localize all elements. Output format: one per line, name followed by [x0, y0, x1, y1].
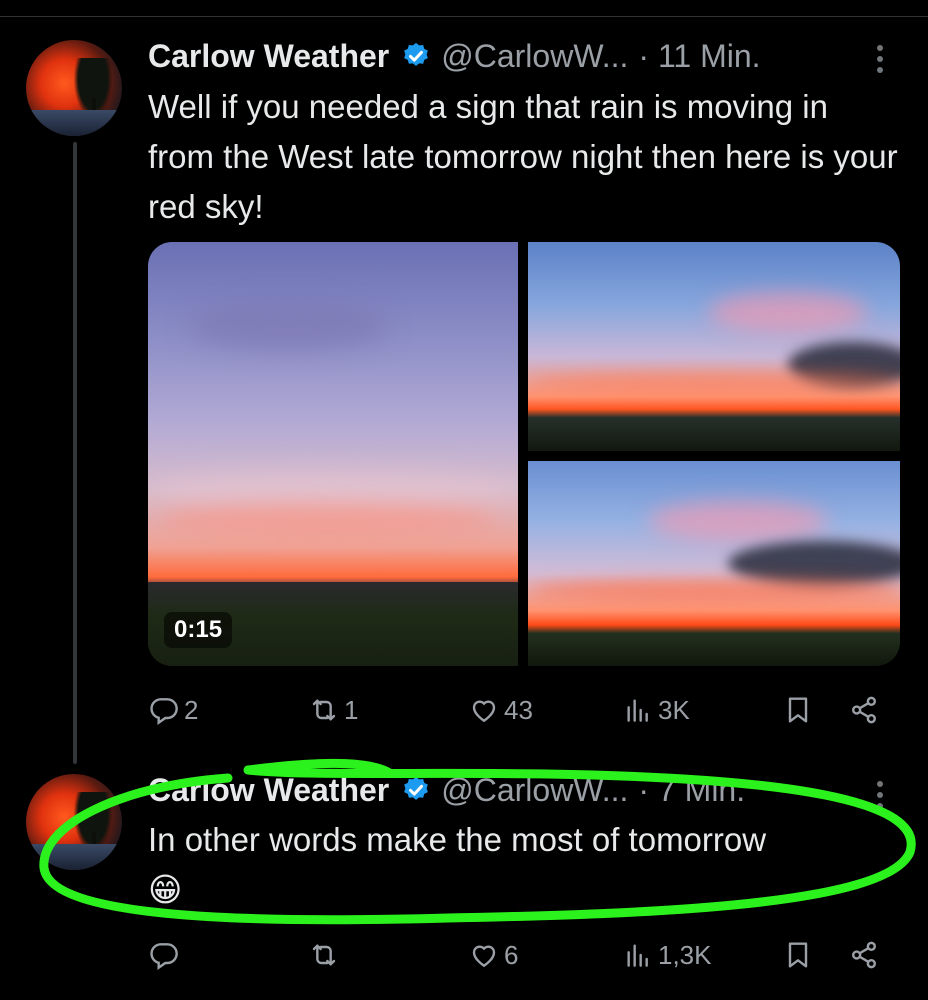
- tweet-header: Carlow Weather @CarlowW... · 7 Min.: [148, 770, 745, 810]
- heart-icon: [472, 700, 496, 723]
- like-count: 6: [504, 939, 519, 970]
- video-duration: 0:15: [164, 612, 233, 648]
- views-chart-icon: [627, 699, 648, 722]
- reply-button[interactable]: 2: [148, 690, 198, 730]
- more-options-icon[interactable]: [877, 781, 883, 809]
- reply-count: 2: [184, 694, 199, 725]
- views-button[interactable]: 3K: [622, 690, 690, 730]
- share-button[interactable]: [848, 935, 880, 975]
- handle[interactable]: @CarlowW...: [441, 38, 628, 75]
- tweet-actions: 2 1 43 3K: [148, 690, 888, 730]
- views-count: 1,3K: [658, 939, 712, 970]
- avatar[interactable]: [26, 40, 122, 136]
- repost-icon: [312, 699, 336, 721]
- views-count: 3K: [658, 694, 690, 725]
- tweet-actions: 6 1,3K: [148, 935, 888, 975]
- timestamp[interactable]: · 11 Min.: [638, 38, 760, 75]
- views-button[interactable]: 1,3K: [622, 935, 712, 975]
- tweet-text: In other words make the most of tomorrow…: [148, 815, 898, 915]
- verified-badge-icon: [404, 776, 429, 800]
- tweet-header: Carlow Weather @CarlowW... · 11 Min.: [148, 36, 761, 76]
- display-name[interactable]: Carlow Weather: [148, 772, 389, 809]
- bookmark-icon: [788, 942, 808, 968]
- avatar[interactable]: [26, 774, 122, 870]
- grinning-emoji: 😁: [148, 871, 183, 908]
- repost-icon: [312, 944, 336, 966]
- bookmark-button[interactable]: [782, 690, 814, 730]
- like-button[interactable]: 6: [468, 935, 518, 975]
- top-divider: [0, 16, 928, 17]
- views-chart-icon: [627, 944, 648, 967]
- display-name[interactable]: Carlow Weather: [148, 38, 389, 75]
- tweet-text-body: In other words make the most of tomorrow: [148, 821, 767, 858]
- reply-icon: [150, 698, 178, 725]
- like-count: 43: [504, 694, 533, 725]
- timestamp[interactable]: · 7 Min.: [638, 772, 745, 809]
- photo-bottom-right[interactable]: [528, 461, 900, 666]
- bookmark-button[interactable]: [782, 935, 814, 975]
- handle[interactable]: @CarlowW...: [441, 772, 628, 809]
- repost-button[interactable]: 1: [308, 690, 358, 730]
- more-options-icon[interactable]: [877, 45, 883, 73]
- share-icon: [852, 696, 876, 724]
- reply-icon: [150, 943, 178, 970]
- thread-line: [73, 142, 77, 764]
- tweet-text: Well if you needed a sign that rain is m…: [148, 88, 898, 225]
- like-button[interactable]: 43: [468, 690, 533, 730]
- bookmark-icon: [788, 697, 808, 723]
- reply-button[interactable]: [148, 935, 184, 975]
- photo-top-right[interactable]: [528, 242, 900, 451]
- share-button[interactable]: [848, 690, 880, 730]
- video-thumbnail[interactable]: 0:15: [148, 242, 518, 666]
- verified-badge-icon: [404, 42, 429, 66]
- media-grid[interactable]: 0:15: [148, 242, 900, 666]
- repost-count: 1: [344, 694, 359, 725]
- heart-icon: [472, 945, 496, 968]
- share-icon: [852, 941, 876, 969]
- repost-button[interactable]: [308, 935, 344, 975]
